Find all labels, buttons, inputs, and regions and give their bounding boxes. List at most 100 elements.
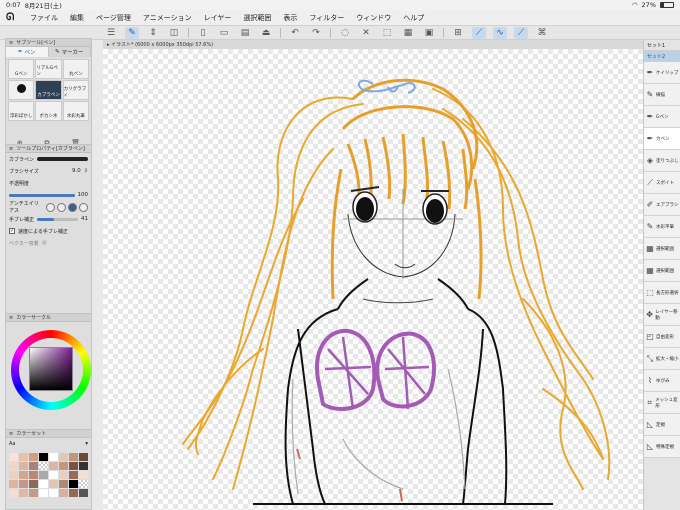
menu-animation[interactable]: アニメーション (143, 13, 192, 23)
pencil-stroke-icon[interactable]: ⟋ (514, 26, 528, 39)
gesture-icon[interactable]: ⌘ (535, 27, 549, 39)
brush-item[interactable]: 浮彩ぼかし (8, 101, 35, 121)
color-swatch[interactable] (39, 489, 48, 497)
color-swatch[interactable] (69, 489, 78, 497)
curve-icon[interactable]: ∿ (493, 26, 507, 39)
tool-mesh[interactable]: ⌗ メッシュ変形 (644, 392, 680, 414)
menu-file[interactable]: ファイル (30, 13, 58, 23)
color-swatch[interactable] (69, 471, 78, 479)
color-set-name[interactable]: Aa (9, 441, 15, 447)
brush-item[interactable]: 水彩丸筆 (62, 101, 89, 121)
color-swatch[interactable] (79, 471, 88, 479)
tool-ruler[interactable]: ◺ 定規 (644, 414, 680, 436)
menu-window[interactable]: ウィンドウ (356, 13, 391, 23)
antialias-none[interactable] (46, 202, 55, 212)
menu-layer[interactable]: レイヤー (204, 13, 232, 23)
stabilization-slider[interactable] (37, 217, 78, 221)
chevron-down-icon[interactable]: ▾ (85, 441, 88, 447)
brush-item[interactable]: 丸ペン (62, 59, 89, 79)
transform-icon[interactable]: ⬚ (380, 27, 394, 39)
color-swatch[interactable] (9, 462, 18, 470)
color-swatch[interactable] (39, 480, 48, 488)
color-swatch[interactable] (69, 480, 78, 488)
color-swatch[interactable] (49, 453, 58, 461)
color-swatch[interactable] (59, 471, 68, 479)
color-swatch[interactable] (29, 489, 38, 497)
color-swatch[interactable] (9, 489, 18, 497)
tool-select-2[interactable]: ▦ 選択範囲 (644, 260, 680, 282)
brush-item[interactable]: カリグラフィ (62, 80, 89, 100)
stroke-line-icon[interactable]: ⟋ (472, 26, 486, 39)
antialias-strong[interactable] (79, 202, 88, 212)
brush-item[interactable]: Gペン (8, 59, 35, 79)
vector-snap-row[interactable]: ベクター吸着 ▥ (6, 237, 91, 249)
color-swatch[interactable] (59, 489, 68, 497)
color-swatch[interactable] (29, 471, 38, 479)
menu-icon[interactable]: ≡ (9, 431, 13, 437)
menu-icon[interactable]: ≡ (9, 315, 13, 321)
circle-select-icon[interactable]: ◌ (338, 27, 352, 39)
menu-filter[interactable]: フィルター (309, 13, 344, 23)
opacity-slider[interactable] (9, 193, 75, 197)
lasso-icon[interactable]: ✕ (359, 27, 373, 39)
clear-icon[interactable]: ▦ (401, 27, 415, 39)
antialias-weak[interactable] (57, 202, 66, 212)
color-swatch[interactable] (79, 489, 88, 497)
tool-select-1[interactable]: ▦ 選択範囲 (644, 238, 680, 260)
speed-stabilization-row[interactable]: ✓ 速度による手ブレ補正 (6, 225, 91, 237)
color-swatch[interactable] (49, 471, 58, 479)
brush-item-active[interactable]: カブラペン (35, 80, 62, 100)
color-swatch[interactable] (59, 480, 68, 488)
tool-rect-select[interactable]: ⬚ 長方形選択 (644, 282, 680, 304)
color-swatch[interactable] (49, 462, 58, 470)
redo-icon[interactable]: ↷ (309, 27, 323, 39)
hamburger-icon[interactable]: ☰ (104, 27, 118, 39)
tab-set-2[interactable]: セット2 (644, 51, 680, 62)
speed-checkbox[interactable]: ✓ (9, 228, 15, 234)
tool-move-layer[interactable]: ✥ レイヤー移動 (644, 304, 680, 326)
export-icon[interactable]: ⏏ (259, 27, 273, 39)
antialias-medium[interactable] (68, 202, 77, 212)
tab-pen[interactable]: ✒ ペン (6, 47, 49, 57)
stepper-icon[interactable]: ⇳ (84, 168, 88, 174)
scroll-updown-icon[interactable]: ⇕ (146, 27, 160, 39)
color-swatch[interactable] (9, 471, 18, 479)
color-swatch[interactable] (39, 453, 48, 461)
save-icon[interactable]: ▤ (238, 27, 252, 39)
tool-special-ruler[interactable]: ◺ 特殊定規 (644, 436, 680, 458)
tool-scale[interactable]: ⤡ 拡大・縮小 (644, 348, 680, 370)
color-swatch[interactable] (19, 480, 28, 488)
brush-item[interactable] (8, 80, 35, 100)
tab-marker[interactable]: ✎ マーカー (48, 47, 91, 57)
tool-watercolor[interactable]: ✎ 水彩平筆 (644, 216, 680, 238)
menu-view[interactable]: 表示 (283, 13, 297, 23)
color-swatch[interactable] (59, 462, 68, 470)
page-icon[interactable]: ▯ (196, 27, 210, 39)
color-swatch[interactable] (19, 462, 28, 470)
layer-icon[interactable]: ◫ (167, 27, 181, 39)
color-swatch[interactable] (29, 453, 38, 461)
tool-line[interactable]: ✎ 線描 (644, 84, 680, 106)
opacity-row[interactable]: 不透明度 (6, 177, 91, 189)
clip-studio-logo-icon[interactable]: ᘏ (6, 12, 18, 24)
antialias-options[interactable] (46, 202, 88, 212)
folder-open-icon[interactable]: ▭ (217, 27, 231, 39)
color-swatch[interactable] (59, 453, 68, 461)
drawing-canvas[interactable] (103, 49, 643, 510)
tool-kellip[interactable]: ✒ ケイリップ (644, 62, 680, 84)
brush-size-row[interactable]: ブラシサイズ 9.0 ⇳ (6, 165, 91, 177)
color-swatch[interactable] (69, 462, 78, 470)
brush-item[interactable]: リアルGペン (35, 59, 62, 79)
color-swatch[interactable] (79, 462, 88, 470)
antialias-row[interactable]: アンチエイリアス (6, 201, 91, 214)
stabilizer-icon[interactable]: ⊞ (451, 27, 465, 39)
tool-free-transform[interactable]: ◰ 自由変形 (644, 326, 680, 348)
color-swatch[interactable] (19, 489, 28, 497)
color-swatch[interactable] (9, 480, 18, 488)
brush-size-value[interactable]: 9.0 (72, 168, 81, 174)
color-swatch[interactable] (39, 471, 48, 479)
tool-gpen[interactable]: ✒ Gペン (644, 106, 680, 128)
color-swatch[interactable] (49, 489, 58, 497)
menu-edit[interactable]: 編集 (70, 13, 84, 23)
menu-help[interactable]: ヘルプ (403, 13, 424, 23)
